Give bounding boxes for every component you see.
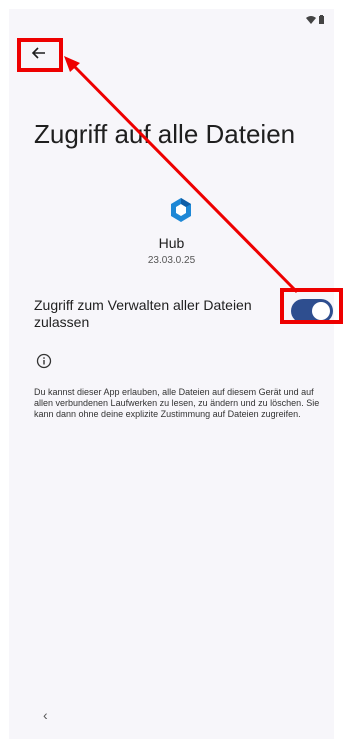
app-version: 23.03.0.25 [147,255,196,266]
permission-description: Du kannst dieser App erlauben, alle Date… [34,387,320,419]
nav-back-button[interactable]: ‹ [43,707,48,723]
status-bar [306,15,324,24]
app-name: Hub [158,235,185,251]
battery-icon [319,15,324,24]
info-icon [36,353,52,369]
wifi-icon [306,15,316,24]
settings-screen: Zugriff auf alle Dateien Hub 23.03.0.25 … [9,9,334,739]
back-button-highlight [17,38,63,72]
manage-files-label: Zugriff zum Verwalten aller Dateien zula… [34,297,252,330]
toggle-highlight [280,288,343,324]
hub-app-icon [167,196,195,224]
page-title: Zugriff auf alle Dateien [34,119,296,149]
